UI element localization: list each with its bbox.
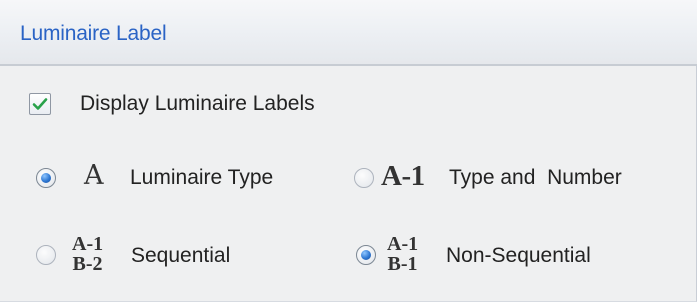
display-luminaire-labels-label: Display Luminaire Labels xyxy=(80,92,315,115)
non-sequential-label: Non-Sequential xyxy=(446,244,591,267)
radio-luminaire-type[interactable] xyxy=(36,168,56,188)
sequential-glyph: A-1 B-2 xyxy=(72,234,103,274)
display-luminaire-labels-checkbox[interactable] xyxy=(29,93,51,115)
panel-title: Luminaire Label xyxy=(20,22,167,45)
checkmark-icon xyxy=(32,98,48,110)
sequential-label: Sequential xyxy=(131,244,231,267)
non-sequential-glyph: A-1 B-1 xyxy=(387,234,418,274)
type-and-number-label: Type and Number xyxy=(449,166,622,189)
radio-non-sequential[interactable] xyxy=(356,245,376,265)
radio-type-and-number[interactable] xyxy=(354,168,374,188)
sequential-glyph-top: A-1 xyxy=(72,233,104,255)
display-luminaire-labels-option[interactable]: Display Luminaire Labels xyxy=(29,89,315,119)
type-and-number-glyph: A-1 xyxy=(381,160,425,192)
sequential-glyph-bottom: B-2 xyxy=(72,253,103,275)
luminaire-label-panel: Luminaire Label Display Luminaire Labels… xyxy=(0,0,697,302)
non-sequential-glyph-bottom: B-1 xyxy=(387,253,418,275)
luminaire-type-glyph: A xyxy=(84,160,104,191)
radio-sequential[interactable] xyxy=(36,245,56,265)
non-sequential-glyph-top: A-1 xyxy=(387,233,419,255)
panel-header: Luminaire Label xyxy=(0,0,697,66)
luminaire-type-label: Luminaire Type xyxy=(130,166,274,189)
